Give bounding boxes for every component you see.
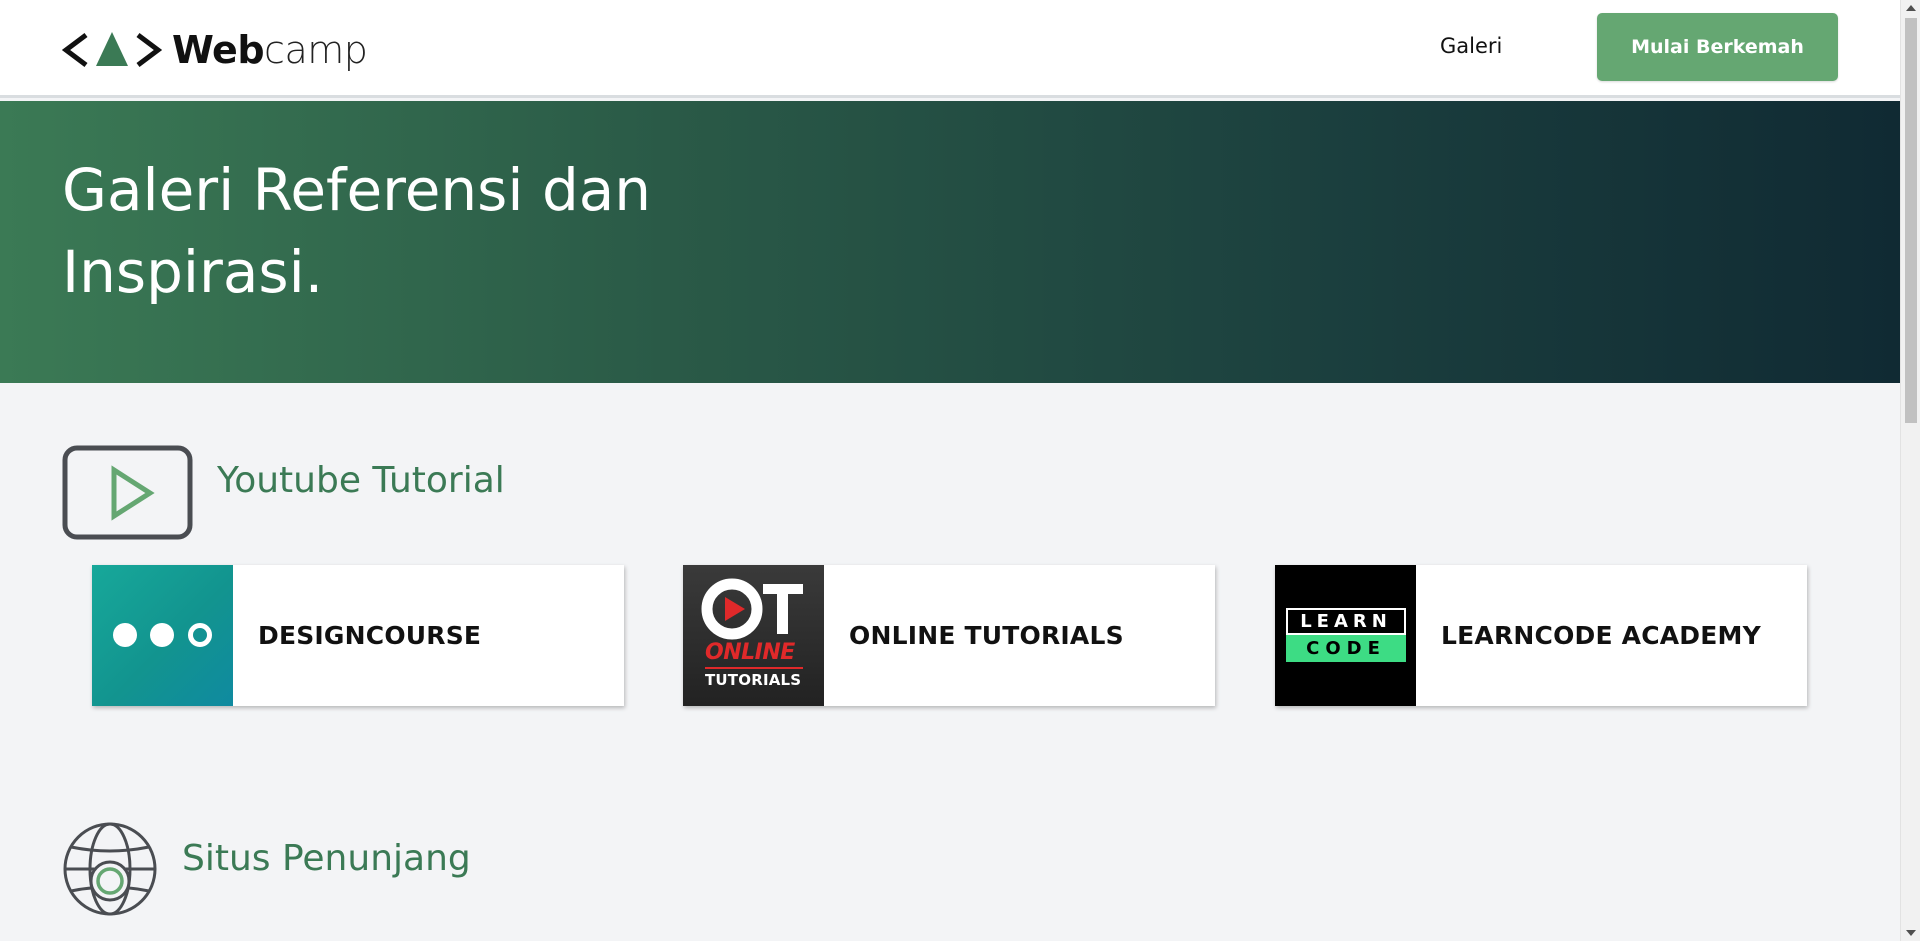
code-box: CODE [1286, 635, 1406, 662]
situs-section-header: Situs Penunjang [62, 821, 471, 917]
ot-thumb-bottom-text: TUTORIALS [705, 671, 802, 689]
logo-text-light: camp [264, 28, 368, 72]
logo-text-bold: Web [172, 28, 265, 72]
card-label: LEARNCODE ACADEMY [1441, 621, 1761, 650]
learncode-thumb-top-text: LEARN [1300, 611, 1392, 632]
scroll-up-arrow-icon[interactable] [1901, 0, 1920, 16]
globe-icon [63, 822, 157, 916]
youtube-section-header: Youtube Tutorial [62, 445, 505, 540]
designcourse-logo [92, 565, 233, 706]
card-label: DESIGNCOURSE [258, 621, 482, 650]
mulai-berkemah-button[interactable]: Mulai Berkemah [1597, 13, 1838, 81]
learn-box: LEARN [1286, 608, 1406, 635]
scroll-down-arrow-icon[interactable] [1901, 925, 1920, 941]
logo-text: Web camp [172, 28, 368, 72]
card-label: ONLINE TUTORIALS [849, 621, 1124, 650]
ot-thumb-middle-text: ONLINE [705, 640, 795, 665]
card-designcourse[interactable]: DESIGNCOURSE [92, 565, 624, 706]
nav-link-galeri[interactable]: Galeri [1440, 34, 1502, 58]
situs-section-title: Situs Penunjang [182, 837, 471, 879]
hero-title: Galeri Referensi dan Inspirasi. [62, 156, 652, 306]
page: Web camp Galeri Mulai Berkemah Galeri Ref… [0, 0, 1900, 941]
play-icon [62, 445, 193, 540]
hero-banner: Galeri Referensi dan Inspirasi. [0, 101, 1900, 383]
learncode-logo: LEARN CODE [1275, 565, 1416, 706]
scrollbar-thumb[interactable] [1905, 18, 1917, 423]
webcamp-logo-icon [62, 32, 162, 67]
page-scrollbar[interactable] [1900, 0, 1920, 941]
card-learncode-academy[interactable]: LEARN CODE LEARNCODE ACADEMY [1275, 565, 1807, 706]
ot-thumb-divider [705, 667, 803, 669]
youtube-card-list: DESIGNCOURSE ONLINE TUTORIALS ONLINE TUT… [92, 565, 1808, 706]
online-tutorials-logo: ONLINE TUTORIALS [683, 565, 824, 706]
navbar: Web camp Galeri Mulai Berkemah [0, 0, 1900, 98]
youtube-section-title: Youtube Tutorial [217, 460, 505, 501]
logo-link[interactable]: Web camp [62, 26, 368, 74]
card-online-tutorials[interactable]: ONLINE TUTORIALS ONLINE TUTORIALS [683, 565, 1215, 706]
learncode-thumb-bottom-text: CODE [1306, 638, 1386, 659]
